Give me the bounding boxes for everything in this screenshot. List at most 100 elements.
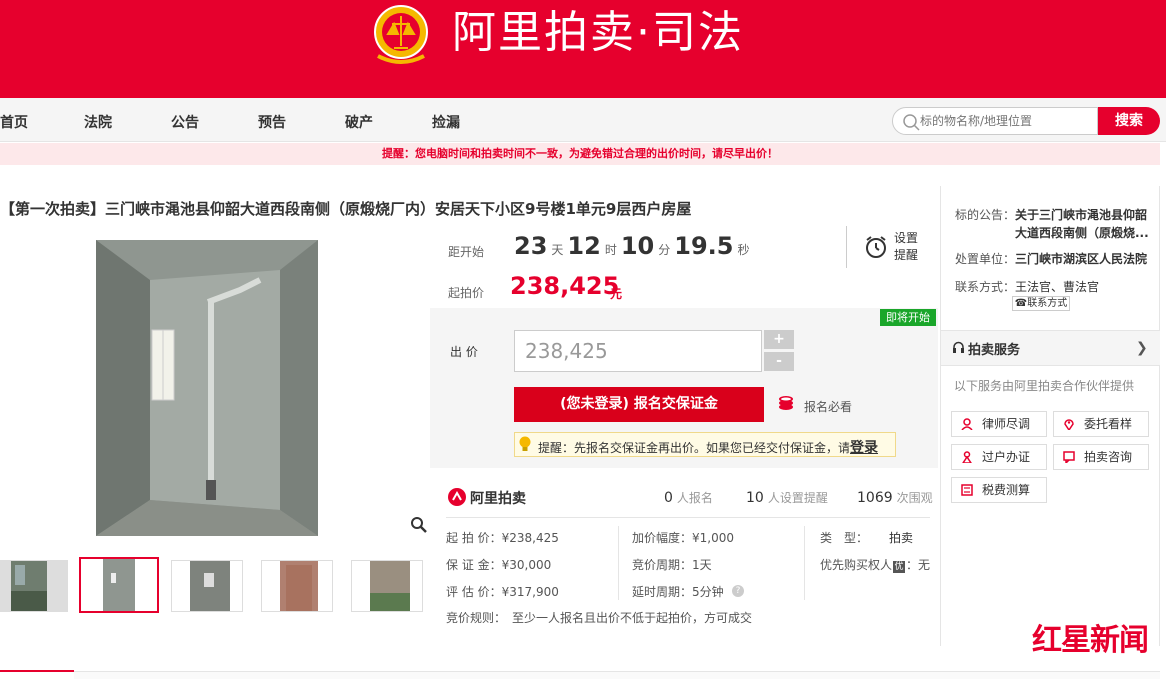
site-title: 阿里拍卖·司法 [452, 7, 744, 58]
countdown: 23 天 12 时 10 分 19.5 秒 [514, 232, 754, 260]
location-pin-icon [1064, 419, 1074, 430]
detail-priority-value: ：无 [906, 558, 931, 572]
lightbulb-icon [519, 436, 531, 451]
unit-label: 处置单位： [955, 252, 1016, 266]
countdown-hours-unit: 时 [604, 243, 617, 257]
photo-thumbnail[interactable] [261, 560, 333, 612]
search-input[interactable] [920, 110, 1090, 132]
countdown-label: 距开始 [448, 245, 485, 259]
increase-bid-button[interactable]: + [764, 330, 794, 349]
photo-thumbnail[interactable] [351, 560, 423, 612]
view-count-value: 1069 [857, 490, 893, 506]
main-photo[interactable] [0, 240, 428, 536]
countdown-minutes: 10 [620, 232, 655, 260]
view-count-unit: 次围观 [896, 491, 933, 505]
set-reminder-button[interactable]: 设置提醒 [894, 230, 924, 264]
thumbnail-image [352, 561, 422, 611]
divider [804, 526, 805, 600]
notice-label: 标的公告： [955, 208, 1016, 222]
ali-auction-brand: 阿里拍卖 [470, 491, 526, 507]
detail-deposit: 保 证 金：¥30,000 [446, 558, 552, 572]
tip-text: 提醒：先报名交保证金再出价。如果您已经交付保证金，请登录 [538, 437, 878, 457]
countdown-minutes-unit: 分 [658, 243, 671, 257]
photo-thumbnail[interactable] [171, 560, 243, 612]
detail-type-label: 类 型： [820, 531, 869, 545]
alarm-clock-icon[interactable] [864, 235, 888, 259]
signup-count-unit: 人报名 [676, 491, 713, 505]
zoom-icon[interactable] [410, 516, 428, 534]
must-read-link[interactable]: 报名必看 [804, 398, 852, 415]
service-lawyer-button[interactable]: 律师尽调 [951, 411, 1047, 437]
detail-priority-label: 优先购买权人 [820, 558, 893, 572]
detail-cycle: 竞价周期：1天 [632, 558, 712, 572]
reminder-count-unit: 人设置提醒 [767, 491, 828, 505]
decrease-bid-button[interactable]: - [764, 352, 794, 371]
divider [846, 226, 847, 268]
countdown-days-unit: 天 [551, 243, 564, 257]
notice-link-line1[interactable]: 关于三门峡市渑池县仰韶 [1015, 206, 1147, 223]
nav-item-home[interactable]: 首页 [0, 112, 28, 132]
divider [446, 517, 930, 518]
calculator-icon [961, 484, 973, 496]
reminder-count: 10 人设置提醒 [746, 489, 828, 506]
service-tax-button[interactable]: 税费测算 [951, 477, 1047, 503]
service-label: 拍卖咨询 [1084, 450, 1133, 464]
detail-tabs-bar [0, 671, 1160, 679]
nav-item-announcement[interactable]: 公告 [171, 112, 199, 132]
priority-badge-icon: 优 [893, 561, 906, 573]
signup-count-value: 0 [664, 490, 673, 506]
status-badge: 即将开始 [880, 309, 936, 326]
help-icon[interactable]: ? [732, 585, 744, 597]
divider [618, 526, 619, 600]
service-subtitle: 以下服务由阿里拍卖合作伙伴提供 [954, 379, 1135, 393]
service-label: 税费测算 [982, 483, 1031, 497]
lot-title: 【第一次拍卖】三门峡市渑池县仰韶大道西段南侧（原煅烧厂内）安居天下小区9号楼1单… [0, 200, 692, 218]
detail-increment: 加价幅度：¥1,000 [632, 531, 734, 545]
time-notice-bar: 提醒：您电脑时间和拍卖时间不一致，为避免错过合理的出价时间，请尽早出价！ [0, 143, 1160, 165]
start-price-label: 起拍价 [448, 286, 485, 300]
photo-thumbnail-selected[interactable] [79, 557, 159, 613]
court-emblem-icon [374, 5, 428, 64]
bid-label: 出 价 [450, 345, 478, 359]
detail-priority: 优先购买权人优：无 [820, 556, 930, 573]
service-transfer-button[interactable]: 过户办证 [951, 444, 1047, 470]
thumbnail-image [172, 561, 242, 611]
ali-auction-logo-icon [448, 488, 466, 506]
start-price: 238,425 [510, 272, 620, 300]
detail-type-value: 拍卖 [889, 531, 914, 545]
countdown-days: 23 [514, 232, 548, 260]
tip-login-link[interactable]: 登录 [850, 440, 878, 456]
start-price-unit: 元 [610, 287, 623, 301]
signup-count: 0 人报名 [664, 489, 713, 506]
contact-button-label: 联系方式 [1027, 298, 1068, 309]
service-label: 律师尽调 [982, 417, 1031, 431]
service-title: 拍卖服务 [968, 343, 1021, 358]
chevron-right-icon[interactable]: ❯ [1136, 340, 1148, 356]
detail-start-price: 起 拍 价：¥238,425 [446, 531, 559, 545]
contact-label: 联系方式： [955, 280, 1016, 294]
contact-button[interactable]: ☎联系方式 [1012, 296, 1070, 311]
service-consult-button[interactable]: 拍卖咨询 [1053, 444, 1149, 470]
coins-icon [779, 396, 793, 410]
thumbnail-image [81, 559, 157, 611]
tip-message: 提醒：先报名交保证金再出价。如果您已经交付保证金，请 [538, 441, 851, 455]
thumbnail-image [11, 561, 47, 611]
nav-item-bargain[interactable]: 捡漏 [432, 112, 460, 132]
countdown-seconds-unit: 秒 [737, 243, 750, 257]
service-label: 委托看样 [1084, 417, 1133, 431]
notice-link-line2[interactable]: 大道西段南侧（原煅烧... [1015, 224, 1149, 241]
detail-tab-active[interactable] [0, 670, 74, 679]
nav-item-preview[interactable]: 预告 [258, 112, 286, 132]
photo-thumbnail[interactable] [0, 560, 68, 612]
transfer-person-icon [962, 451, 972, 463]
contact-value: 王法官、曹法官 [1015, 280, 1100, 294]
detail-delay: 延时周期：5分钟 [632, 585, 724, 599]
nav-item-bankruptcy[interactable]: 破产 [345, 112, 373, 132]
countdown-seconds: 19.5 [674, 232, 734, 260]
search-button[interactable]: 搜索 [1098, 107, 1160, 135]
nav-item-court[interactable]: 法院 [84, 112, 112, 132]
signup-deposit-button[interactable]: (您未登录) 报名交保证金 [514, 387, 764, 422]
bid-amount-input[interactable] [514, 330, 762, 372]
service-viewing-button[interactable]: 委托看样 [1053, 411, 1149, 437]
countdown-hours: 12 [567, 232, 601, 260]
